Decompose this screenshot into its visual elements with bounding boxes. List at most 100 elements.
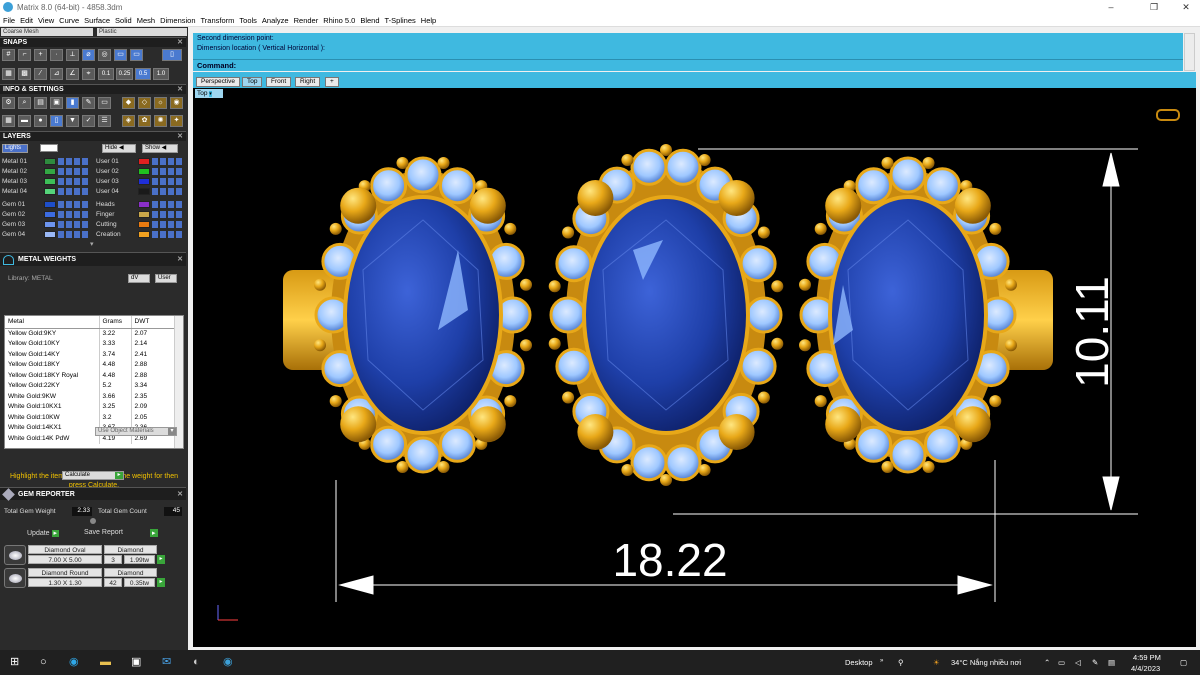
menu-file[interactable]: File [3,16,15,25]
chevron-down-icon[interactable]: ▾ [90,240,94,248]
eye-icon[interactable] [168,211,174,218]
table-row[interactable]: Yellow Gold:22KY 5.2 3.34 [5,380,175,391]
tab-front[interactable]: Front [266,77,292,87]
layer-color-swatch[interactable] [44,221,56,228]
layer-row[interactable]: Heads [96,200,186,209]
update-button[interactable]: Update ▸ [27,529,60,537]
bulb-icon[interactable] [160,211,166,218]
use-object-materials-button[interactable]: Use Object Materials ▾ [95,427,177,436]
snap-mid-icon[interactable]: ⟂ [66,49,79,61]
bulb-icon[interactable] [66,231,72,238]
environment-icon[interactable]: ✦ [170,115,183,127]
snap-tan-icon[interactable]: ▭ [130,49,143,61]
lock-icon[interactable] [58,201,64,208]
close-icon[interactable]: ✕ [177,132,183,142]
palette-icon[interactable]: ✿ [138,115,151,127]
print-icon[interactable] [82,168,88,175]
bulb-icon[interactable] [160,221,166,228]
document-icon[interactable]: ▯ [50,115,63,127]
app-icon[interactable]: ◐ [193,657,200,668]
edge-browser-icon[interactable]: ◉ [69,657,79,668]
lock-icon[interactable] [152,168,158,175]
snap-perp-icon[interactable]: ▭ [114,49,127,61]
chevron-up-icon[interactable]: ⌃ [1044,658,1050,667]
bulb-icon[interactable] [66,178,72,185]
render-icon[interactable]: ◆ [122,97,135,109]
lock-icon[interactable] [152,178,158,185]
menu-transform[interactable]: Transform [201,16,235,25]
layer-color-swatch[interactable] [138,168,150,175]
layer-row[interactable]: Gem 01 [2,200,92,209]
layer-row[interactable]: Finger [96,210,186,219]
bulb-icon[interactable] [66,158,72,165]
volume-icon[interactable]: ◁ [1075,658,1081,667]
gem-icon[interactable]: ◈ [122,115,135,127]
navigation-widget-icon[interactable] [1156,109,1180,121]
column-header-dwt[interactable]: DWT [131,316,175,329]
layer-color-swatch[interactable] [44,201,56,208]
eye-icon[interactable] [168,178,174,185]
eye-icon[interactable] [168,158,174,165]
layer-row[interactable]: User 03 [96,177,186,186]
eye-icon[interactable] [168,201,174,208]
table-row[interactable]: Yellow Gold:9KY 3.22 2.07 [5,328,175,339]
gem-select-button[interactable]: ▸ [157,578,165,587]
close-icon[interactable]: ✕ [177,253,183,267]
lock-icon[interactable] [152,188,158,195]
print-icon[interactable] [176,158,182,165]
weather-icon[interactable]: ☀ [933,658,940,667]
table-row[interactable]: White Gold:10KX1 3.25 2.09 [5,401,175,412]
show-button[interactable]: Show ◀ [142,144,178,153]
layer-color-swatch[interactable] [138,188,150,195]
command-scrollbar[interactable] [1184,33,1195,71]
lock-icon[interactable] [152,211,158,218]
eye-icon[interactable] [74,178,80,185]
user-toggle[interactable]: User [155,274,177,283]
table-row[interactable]: Yellow Gold:14KY 3.74 2.41 [5,349,175,360]
eye-icon[interactable] [168,188,174,195]
cube-icon[interactable]: ▣ [50,97,63,109]
menu-render[interactable]: Render [294,16,319,25]
lock-icon[interactable] [58,158,64,165]
save-report-button[interactable]: Save Report [84,529,123,536]
mail-icon[interactable]: ✉ [162,657,171,668]
print-icon[interactable] [82,211,88,218]
bulb-icon[interactable] [160,188,166,195]
menu-solid[interactable]: Solid [115,16,132,25]
eye-icon[interactable] [74,221,80,228]
snap-vertex-icon[interactable]: ⌖ [82,68,95,80]
layer-color-swatch[interactable] [138,178,150,185]
eye-icon[interactable] [168,168,174,175]
file-explorer-icon[interactable]: ▬ [100,657,111,668]
bulb-icon[interactable] [66,201,72,208]
print-icon[interactable] [176,231,182,238]
eye-icon[interactable] [74,168,80,175]
menu-edit[interactable]: Edit [20,16,33,25]
bulb-icon[interactable] [66,188,72,195]
bulb-icon[interactable] [160,201,166,208]
eye-icon[interactable] [74,211,80,218]
table-row[interactable]: White Gold:9KW 3.66 2.35 [5,391,175,402]
window-icon[interactable]: ▭ [98,97,111,109]
lights-swatch[interactable] [40,144,58,152]
layer-color-swatch[interactable] [138,221,150,228]
snap-quad-icon[interactable]: ▦ [2,68,15,80]
brush-icon[interactable]: ✎ [82,97,95,109]
print-icon[interactable] [176,201,182,208]
viewport-name-dropdown[interactable]: Top ▾ [195,89,223,98]
eye-icon[interactable] [74,231,80,238]
pen-icon[interactable]: ✎ [1092,658,1098,667]
windows-start-icon[interactable]: ⊞ [10,657,19,668]
close-icon[interactable]: ✕ [177,38,183,48]
layer-color-swatch[interactable] [44,178,56,185]
snap-point-icon[interactable]: · [50,49,63,61]
print-icon[interactable] [176,211,182,218]
layer-row[interactable]: User 02 [96,167,186,176]
menu-surface[interactable]: Surface [84,16,110,25]
snap-knot-icon[interactable]: ▩ [18,68,31,80]
hide-button[interactable]: Hide ◀ [102,144,136,153]
eye-icon[interactable] [74,201,80,208]
close-icon[interactable]: ✕ [177,488,183,501]
layer-row[interactable]: Gem 03 [2,220,92,229]
layer-icon[interactable]: ▮ [66,97,79,109]
